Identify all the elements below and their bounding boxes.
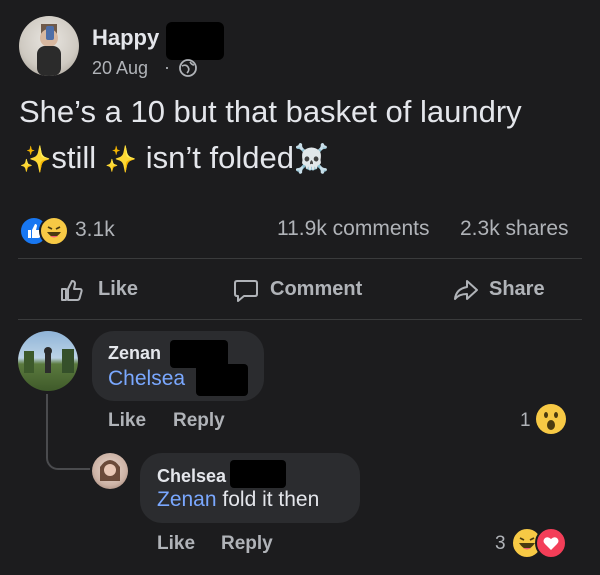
reply-author[interactable]: Chelsea bbox=[157, 466, 226, 487]
redaction-author bbox=[166, 22, 224, 60]
reactions-summary[interactable]: 3.1k bbox=[19, 214, 119, 246]
redaction-reply-author bbox=[230, 460, 286, 488]
author-avatar[interactable] bbox=[19, 16, 79, 76]
post-text-folded: isn’t folded bbox=[145, 140, 294, 175]
globe-icon bbox=[178, 58, 198, 78]
comments-count[interactable]: 11.9k comments bbox=[277, 217, 430, 241]
post-text-line1: She’s a 10 but that basket of laundry bbox=[19, 94, 522, 129]
reply-like-button[interactable]: Like bbox=[157, 533, 195, 555]
sparkle-icon: ✨ bbox=[19, 144, 52, 174]
reply-reaction-count: 3 bbox=[495, 533, 506, 554]
reaction-count: 3.1k bbox=[75, 218, 115, 241]
comment-like-button[interactable]: Like bbox=[108, 410, 146, 432]
share-arrow-icon bbox=[452, 276, 480, 304]
reply-text-line: Zenan fold it then bbox=[157, 488, 319, 512]
like-button-label: Like bbox=[98, 278, 139, 300]
post-text-still: still bbox=[51, 140, 97, 175]
post-date[interactable]: 20 Aug bbox=[92, 58, 148, 79]
reply-author-avatar[interactable] bbox=[92, 453, 128, 489]
reply-reply-button[interactable]: Reply bbox=[221, 533, 273, 555]
haha-reaction-icon bbox=[39, 216, 69, 246]
reply-mention[interactable]: Zenan bbox=[157, 488, 217, 511]
reply-text: fold it then bbox=[222, 488, 320, 511]
wow-reaction-icon[interactable] bbox=[536, 404, 566, 434]
comment-reply-button[interactable]: Reply bbox=[173, 410, 225, 432]
share-button-label: Share bbox=[489, 278, 545, 300]
shares-count[interactable]: 2.3k shares bbox=[460, 217, 569, 241]
sparkle-icon: ✨ bbox=[104, 144, 138, 174]
date-separator: · bbox=[164, 57, 170, 77]
skull-crossbones-icon: ☠️ bbox=[294, 143, 329, 174]
comment-mention[interactable]: Chelsea bbox=[108, 367, 185, 391]
redaction-comment-text bbox=[196, 364, 248, 396]
comment-bubble-icon bbox=[232, 276, 260, 304]
love-reaction-icon bbox=[535, 527, 567, 559]
comment-button-label: Comment bbox=[270, 278, 363, 300]
commenter-avatar[interactable] bbox=[18, 331, 78, 391]
thumbs-up-icon bbox=[58, 276, 86, 304]
comment-author[interactable]: Zenan bbox=[108, 343, 161, 364]
post-text-line2: ✨still ✨ isn’t folded☠️ bbox=[19, 140, 329, 176]
divider bbox=[18, 319, 582, 320]
reply-reactions[interactable] bbox=[511, 527, 567, 559]
divider bbox=[18, 258, 582, 259]
comment-reaction-count: 1 bbox=[520, 410, 531, 431]
author-name[interactable]: Happy bbox=[92, 25, 159, 51]
thread-connector bbox=[46, 394, 90, 470]
